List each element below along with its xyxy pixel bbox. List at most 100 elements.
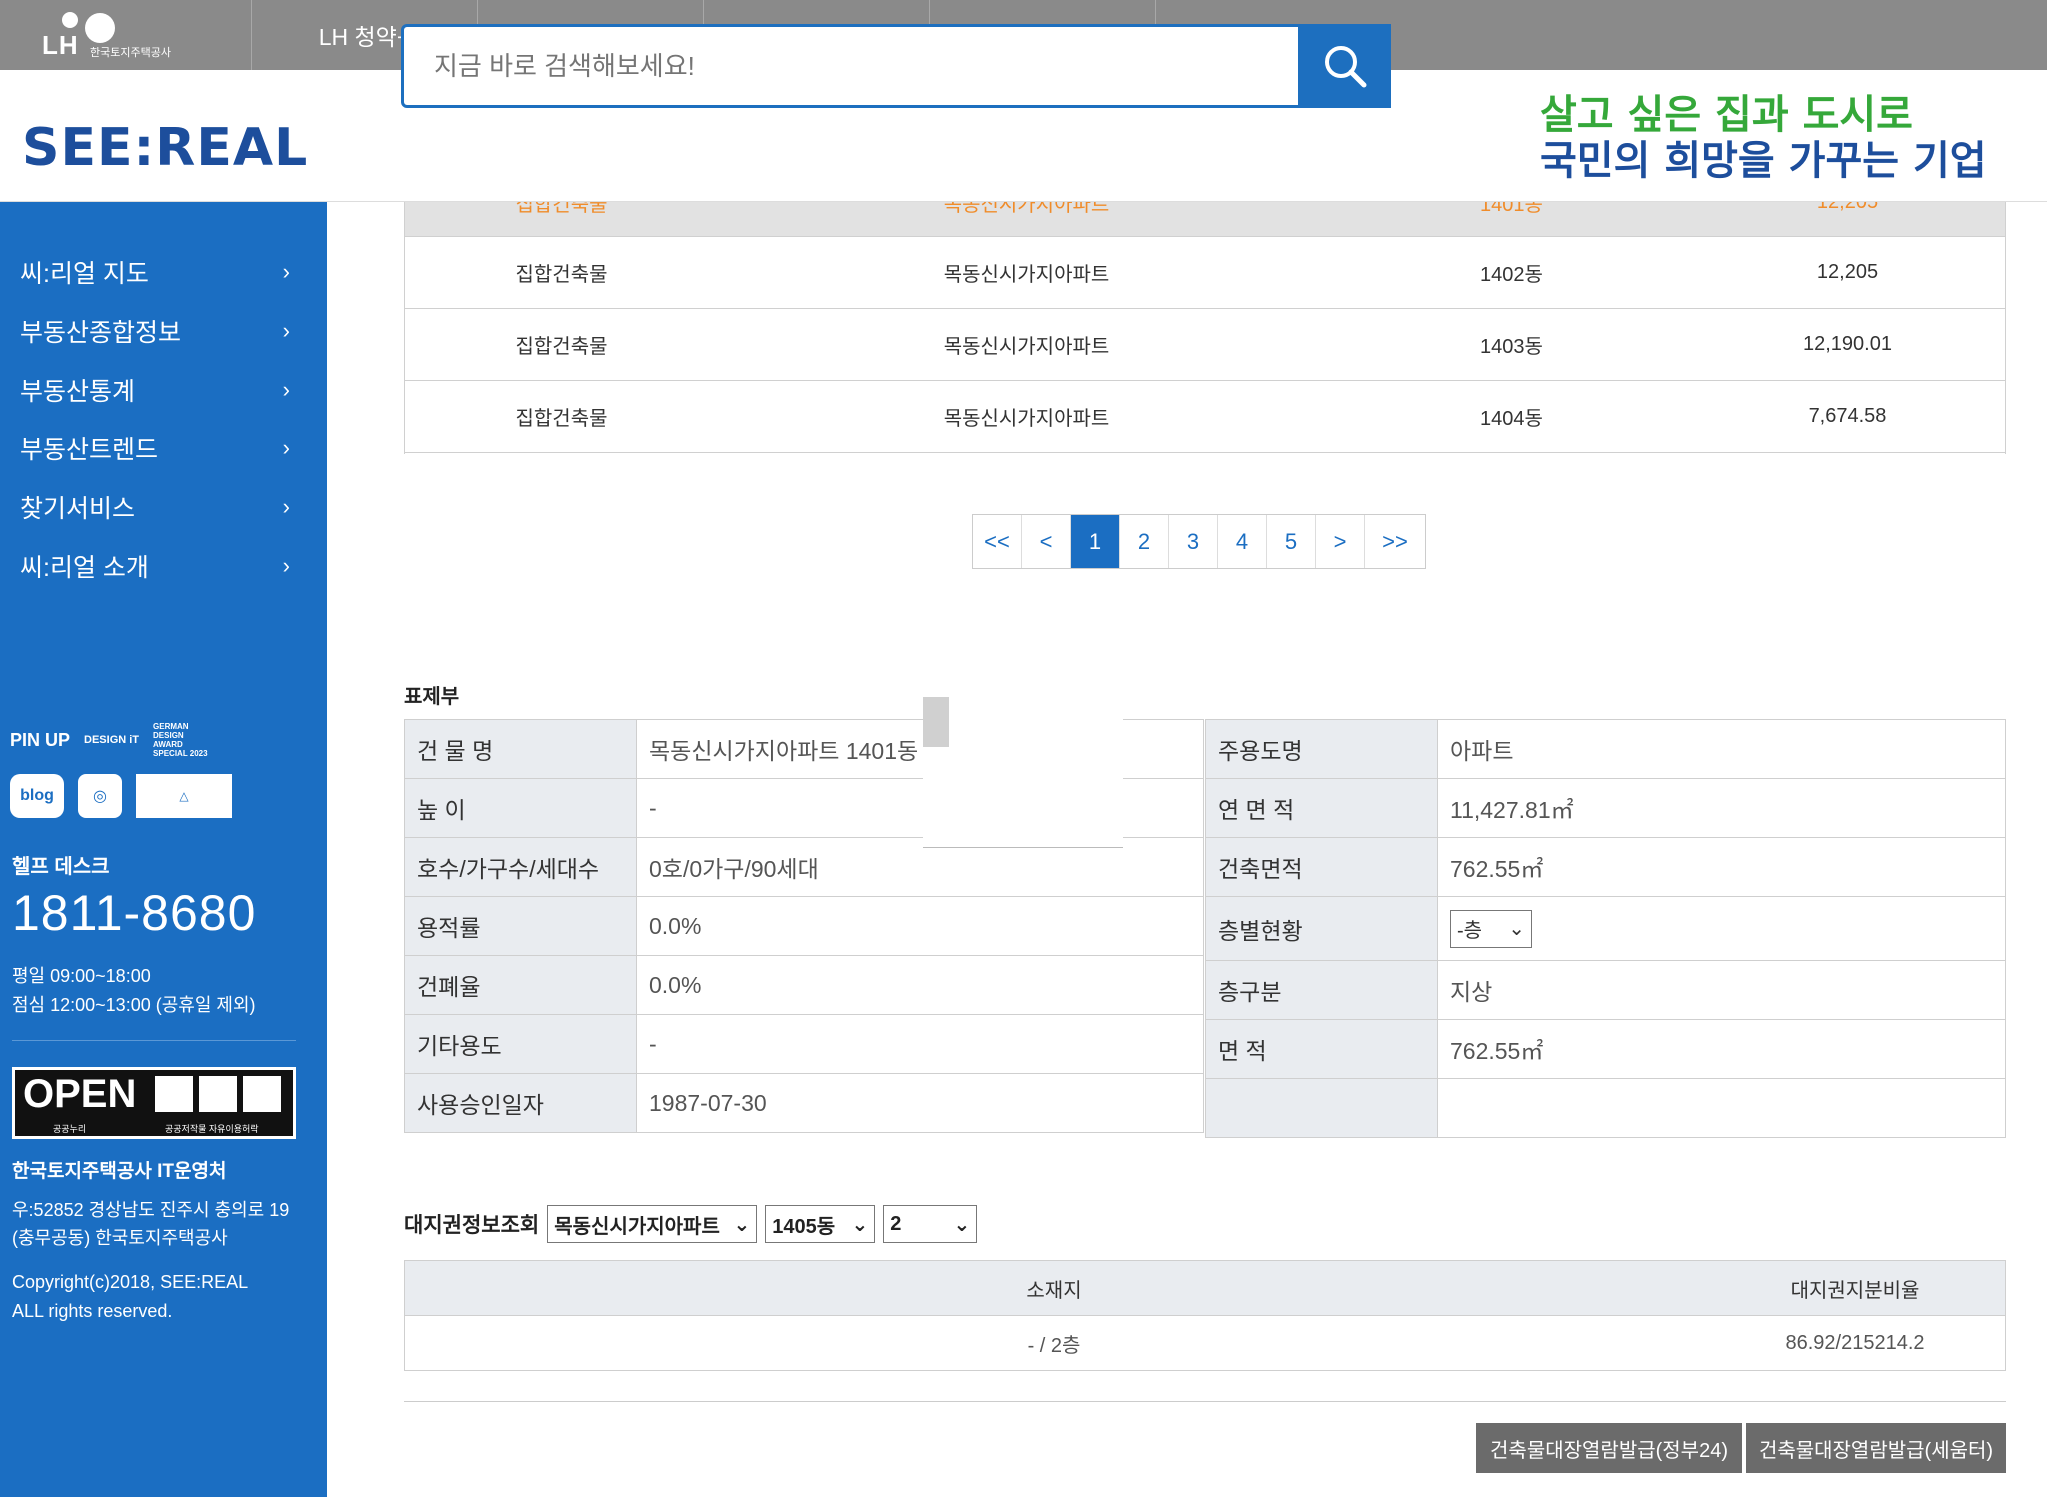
popup-blank-area <box>923 700 1123 848</box>
value-area: 762.55㎡ <box>1437 1019 2006 1079</box>
key-height: 높 이 <box>404 778 637 838</box>
title-info-right-table: 주용도명 아파트 연 면 적 11,427.81㎡ 건축면적 762.55㎡ 층별현황… <box>1205 719 2006 1138</box>
page-button-5[interactable]: 5 <box>1267 515 1316 568</box>
land-rights-label: 대지권정보조회 <box>404 1214 540 1237</box>
chevron-down-icon: ⌄ <box>1508 918 1525 940</box>
certification-icon: △ <box>136 774 232 818</box>
sidebar-item-statistics[interactable]: 부동산통계 › <box>20 370 290 410</box>
chevron-right-icon: › <box>282 494 290 519</box>
table-row[interactable]: 집합건축물 목동신시가지아파트 1403동 12,190.01 <box>404 308 2006 381</box>
chevron-right-icon: › <box>282 435 290 460</box>
sidebar-item-label: 부동산종합정보 <box>20 319 182 347</box>
cell-ratio: 86.92/215214.2 <box>1704 1315 2006 1371</box>
chevron-right-icon: › <box>282 377 290 402</box>
cell-area: 12,190.01 <box>1689 308 2006 381</box>
search-input[interactable] <box>404 97 1388 175</box>
blog-icon[interactable]: blog <box>10 774 64 818</box>
value-total-area: 11,427.81㎡ <box>1437 778 2006 838</box>
table-row: - / 2층 86.92/215214.2 <box>404 1315 2006 1371</box>
page-prev-button[interactable]: < <box>1022 515 1071 568</box>
building-list-table: 집합건축물 목동신시가지아파트 1401동 12,205 집합건축물 목동신시가… <box>404 170 2006 453</box>
table-row[interactable]: 집합건축물 목동신시가지아파트 1404동 7,674.58 <box>404 380 2006 453</box>
cell-name: 목동신시가지아파트 <box>719 170 1334 237</box>
key-units: 호수/가구수/세대수 <box>404 837 637 897</box>
pagination: << < 1 2 3 4 5 > >> <box>972 514 1426 569</box>
complex-select[interactable]: 목동신시가지아파트 ⌄ <box>547 1205 758 1243</box>
lh-logo-text: LH <box>42 30 79 60</box>
cell-dong: 1403동 <box>1334 308 1689 381</box>
land-rights-table: 소재지 대지권지분비율 - / 2층 86.92/215214.2 <box>404 1260 2006 1371</box>
seereal-logo[interactable]: SEE:REAL <box>22 118 308 178</box>
key-bcr: 건폐율 <box>404 955 637 1015</box>
award-badges: PIN UP DESIGN iT GERMAN DESIGN AWARD SPE… <box>10 722 232 834</box>
chevron-down-icon: ⌄ <box>733 1213 751 1236</box>
cell-area: 12,205 <box>1689 236 2006 309</box>
issue-gov24-button[interactable]: 건축물대장열람발급(정부24) <box>1476 1423 1742 1473</box>
cell-type: 집합건축물 <box>404 308 719 381</box>
search-button[interactable] <box>1298 24 1391 108</box>
value-main-use: 아파트 <box>1437 719 2006 779</box>
key-empty <box>1205 1078 1438 1138</box>
search-input[interactable] <box>404 27 1388 105</box>
open-license-badge: OPEN 공공누리 공공저작물 자유이용허락 <box>12 1067 296 1139</box>
search-icon <box>1324 46 1366 88</box>
key-area: 면 적 <box>1205 1019 1438 1079</box>
no-derivatives-icon <box>243 1076 281 1112</box>
help-desk-hours: 평일 09:00~18:00 점심 12:00~13:00 (공휴일 제외) <box>12 962 256 1020</box>
open-sub-label: 공공누리 <box>53 1124 87 1134</box>
lh-logo-subtext: 한국토지주택공사 <box>90 47 171 59</box>
section-title: 표제부 <box>404 686 460 708</box>
page-button-2[interactable]: 2 <box>1120 515 1169 568</box>
sidebar-item-map[interactable]: 씨:리얼 지도 › <box>20 252 290 292</box>
copyright-line2: ALL rights reserved. <box>12 1301 173 1321</box>
key-approval-date: 사용승인일자 <box>404 1073 637 1133</box>
page-button-1[interactable]: 1 <box>1071 515 1120 568</box>
cell-name: 목동신시가지아파트 <box>719 380 1334 453</box>
key-floor-type: 층구분 <box>1205 960 1438 1020</box>
lh-logo[interactable]: LH 한국토지주택공사 <box>0 0 252 70</box>
floor-select-value: -층 <box>1457 920 1483 942</box>
slogan-line1: 살고 싶은 집과 도시로 <box>1540 92 1913 138</box>
key-other-use: 기타용도 <box>404 1014 637 1074</box>
page-last-button[interactable]: >> <box>1365 515 1425 568</box>
key-far: 용적률 <box>404 896 637 956</box>
page-first-button[interactable]: << <box>973 515 1022 568</box>
sidebar-divider <box>12 1040 296 1041</box>
dong-select[interactable]: 1405동 ⌄ <box>765 1205 876 1243</box>
key-main-use: 주용도명 <box>1205 719 1438 779</box>
sidebar-item-find-service[interactable]: 찾기서비스 › <box>20 487 290 527</box>
attribution-icon <box>155 1076 193 1112</box>
sidebar-item-realestate-info[interactable]: 부동산종합정보 › <box>20 311 290 351</box>
value-floor-status: -층 ⌄ <box>1437 896 2006 961</box>
table-row[interactable]: 집합건축물 목동신시가지아파트 1402동 12,205 <box>404 236 2006 309</box>
issue-seumteo-button[interactable]: 건축물대장열람발급(세움터) <box>1746 1423 2006 1473</box>
floor-select[interactable]: -층 ⌄ <box>1450 909 1532 948</box>
org-address: 우:52852 경상남도 진주시 충의로 19 (충무공동) 한국토지주택공사 <box>12 1200 290 1248</box>
floor-no-select[interactable]: 2 ⌄ <box>883 1205 978 1243</box>
german-design-award-logo: GERMAN DESIGN AWARD SPECIAL 2023 <box>153 722 208 758</box>
value-other-use: - <box>636 1014 1204 1074</box>
cell-area: 7,674.58 <box>1689 380 2006 453</box>
search-icon <box>1324 116 1366 158</box>
header-bottom-border <box>327 201 2047 202</box>
complex-select-value: 목동신시가지아파트 <box>554 1215 720 1238</box>
weekday-hours: 평일 09:00~18:00 <box>12 966 151 986</box>
cell-type: 집합건축물 <box>404 236 719 309</box>
value-floor-type: 지상 <box>1437 960 2006 1020</box>
sidebar-item-label: 찾기서비스 <box>20 495 136 523</box>
sidebar-item-about[interactable]: 씨:리얼 소개 › <box>20 546 290 586</box>
pinup-award-logo: PIN UP <box>10 729 71 750</box>
chevron-down-icon: ⌄ <box>953 1213 971 1236</box>
designit-award-logo: DESIGN iT <box>84 734 140 746</box>
page-next-button[interactable]: > <box>1316 515 1365 568</box>
help-desk-title: 헬프 데스크 <box>12 856 110 878</box>
col-location-header: 소재지 <box>404 1260 1704 1316</box>
sidebar-item-trend[interactable]: 부동산트렌드 › <box>20 428 290 468</box>
page-button-4[interactable]: 4 <box>1218 515 1267 568</box>
cell-dong: 1402동 <box>1334 236 1689 309</box>
key-building-name: 건 물 명 <box>404 719 637 779</box>
page-button-3[interactable]: 3 <box>1169 515 1218 568</box>
instagram-icon[interactable]: ◎ <box>78 774 122 818</box>
chevron-down-icon: ⌄ <box>851 1213 869 1236</box>
key-total-area: 연 면 적 <box>1205 778 1438 838</box>
